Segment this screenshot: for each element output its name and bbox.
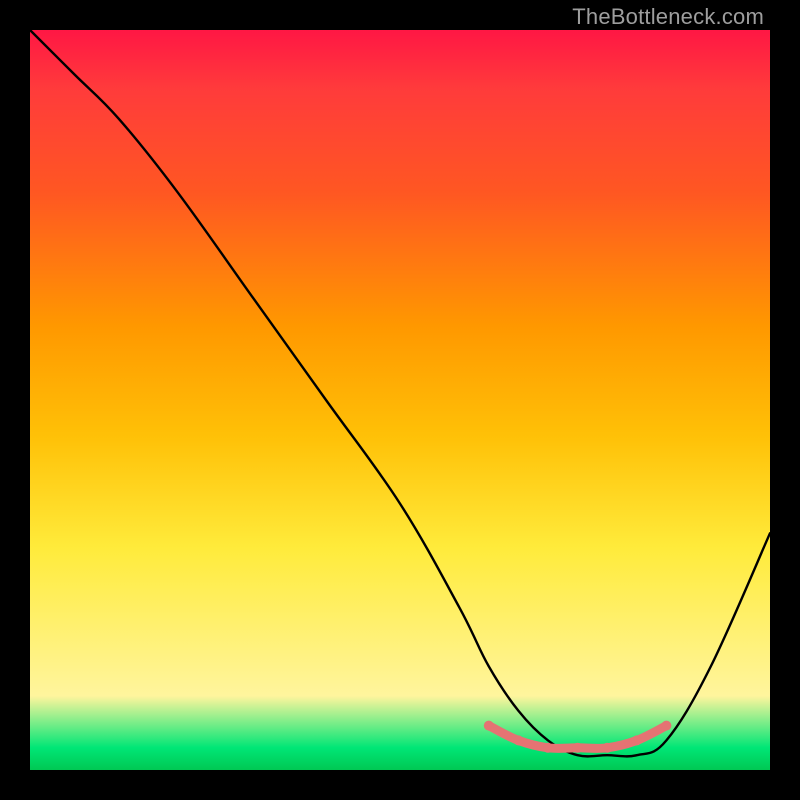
chart-svg <box>30 30 770 770</box>
chart-frame <box>30 30 770 770</box>
watermark-text: TheBottleneck.com <box>572 4 764 30</box>
bottleneck-curve <box>30 30 770 756</box>
